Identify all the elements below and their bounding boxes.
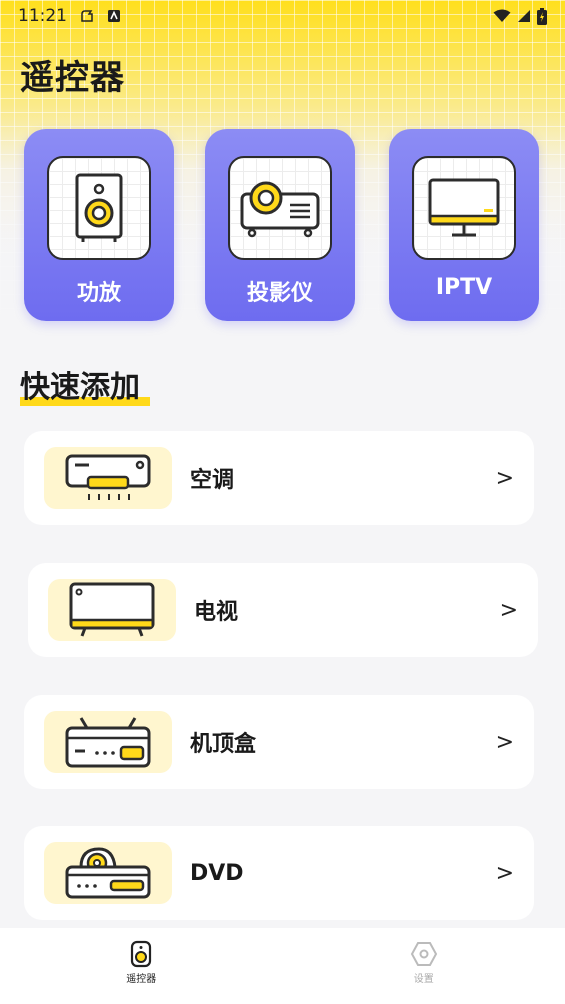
status-time: 11:21 — [18, 6, 67, 26]
chevron-right-icon: > — [495, 860, 514, 886]
notification-icon — [81, 10, 93, 22]
wifi-icon — [493, 9, 511, 22]
device-card-label: 功放 — [76, 281, 121, 306]
list-item-dvd[interactable]: DVD > — [24, 826, 534, 920]
list-item-air-conditioner[interactable]: 空调 > — [24, 431, 534, 525]
bottom-nav: 遥控器 设置 — [0, 928, 565, 1004]
remote-control-icon — [131, 940, 152, 968]
settings-hexagon-icon — [410, 942, 437, 966]
list-item-label: 空调 — [190, 468, 235, 493]
device-card-label: 投影仪 — [246, 281, 313, 306]
section-title-quick-add: 快速添加 — [20, 362, 150, 406]
chevron-right-icon: > — [495, 729, 514, 755]
set-top-box-icon — [65, 717, 151, 768]
battery-icon — [537, 7, 547, 25]
device-card-projector[interactable]: 投影仪 — [205, 129, 355, 321]
app-notification-icon — [108, 10, 120, 22]
list-item-label: DVD — [190, 860, 244, 886]
list-item-set-top-box[interactable]: 机顶盒 > — [24, 695, 534, 789]
television-icon — [69, 582, 155, 637]
thumb-box — [44, 711, 172, 773]
device-icon-box — [47, 156, 151, 260]
tv-monitor-icon — [428, 178, 500, 237]
device-card-amplifier[interactable]: 功放 — [24, 129, 174, 321]
signal-icon — [518, 10, 530, 22]
list-item-television[interactable]: 电视 > — [28, 563, 538, 657]
chevron-right-icon: > — [495, 465, 514, 491]
device-card-label: IPTV — [435, 275, 493, 300]
device-icon-box — [412, 156, 516, 260]
projector-icon — [240, 181, 320, 238]
speaker-icon — [75, 173, 123, 242]
device-icon-box — [228, 156, 332, 260]
nav-item-remote[interactable]: 遥控器 — [0, 928, 283, 1004]
page-title: 遥控器 — [20, 58, 125, 98]
thumb-box — [48, 579, 176, 641]
list-item-label: 机顶盒 — [190, 732, 257, 757]
device-card-iptv[interactable]: IPTV — [389, 129, 539, 321]
thumb-box — [44, 447, 172, 509]
status-bar: 11:21 — [0, 0, 565, 32]
dvd-player-icon — [65, 847, 151, 899]
nav-label: 设置 — [413, 974, 434, 985]
air-conditioner-icon — [65, 454, 151, 500]
thumb-box — [44, 842, 172, 904]
nav-label: 遥控器 — [126, 974, 157, 985]
nav-item-settings[interactable]: 设置 — [283, 928, 565, 1004]
chevron-right-icon: > — [499, 597, 518, 623]
list-item-label: 电视 — [194, 600, 239, 625]
